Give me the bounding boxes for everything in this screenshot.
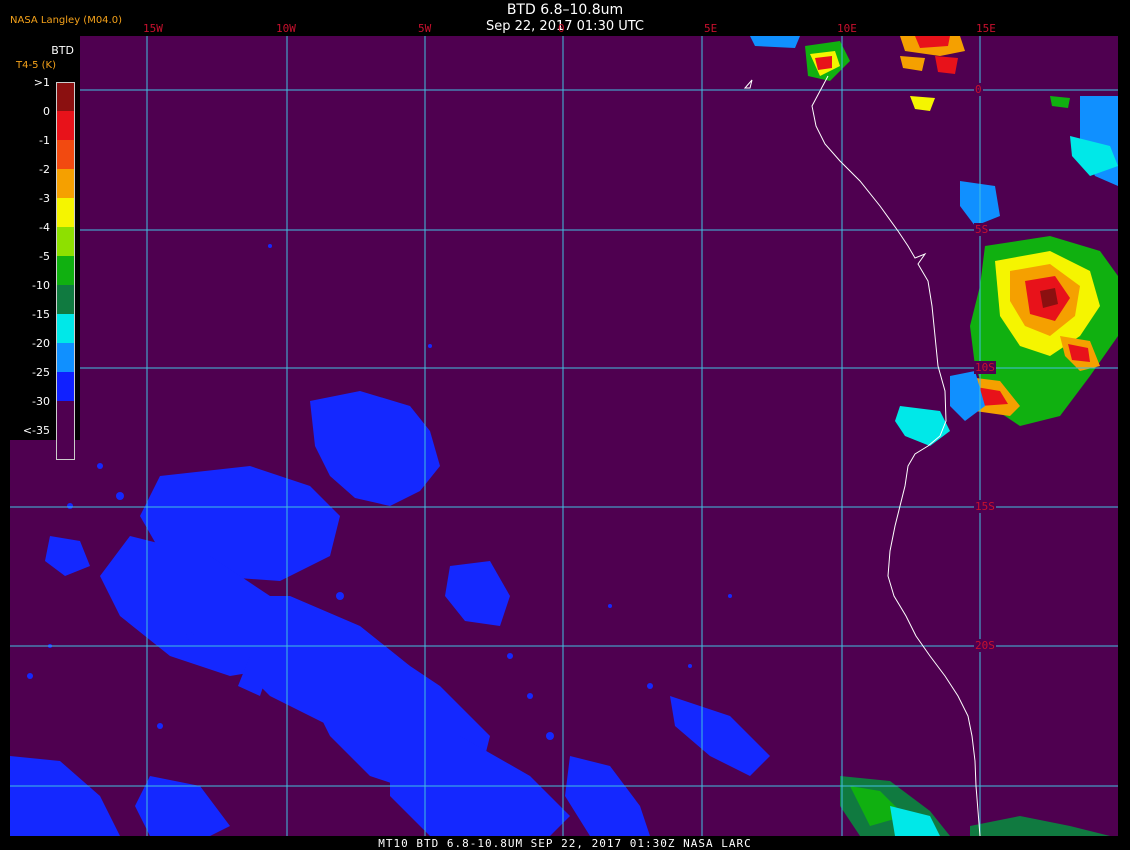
legend-label: -1: [39, 134, 50, 147]
latitude-label-15s: 15S: [974, 500, 996, 513]
longitude-label-0: 0: [558, 22, 565, 35]
legend-label: -20: [32, 337, 50, 350]
legend-title: BTD: [51, 44, 74, 57]
product-title: BTD 6.8–10.8um: [506, 2, 624, 18]
legend-border: [56, 82, 75, 460]
legend-label: -10: [32, 279, 50, 292]
latitude-label-0: 0: [974, 83, 983, 96]
legend-label: -30: [32, 395, 50, 408]
legend-label: >1: [33, 76, 50, 89]
longitude-label-5w: 5W: [418, 22, 432, 35]
latitude-label-5s: 5S: [974, 223, 990, 236]
african-coastline: [811, 75, 981, 836]
convective-storms: [750, 36, 1118, 836]
longitude-label-10w: 10W: [276, 22, 296, 35]
satellite-map[interactable]: [10, 36, 1118, 836]
latitude-label-10s: 10S: [974, 361, 996, 374]
legend-label: -25: [32, 366, 50, 379]
longitude-label-15e: 15E: [976, 22, 996, 35]
timestamp-label: Sep 22, 2017 01:30 UTC: [485, 19, 645, 34]
legend-label: -4: [39, 221, 50, 234]
island-outline: [743, 79, 753, 89]
legend-label: -3: [39, 192, 50, 205]
legend-label: -15: [32, 308, 50, 321]
blue-cloud-field: [10, 391, 770, 836]
legend-label: 0: [43, 105, 50, 118]
longitude-label-10e: 10E: [837, 22, 857, 35]
legend-label: -2: [39, 163, 50, 176]
color-legend: BTD T4-5 (K) >1 0 -1 -2 -3 -4 -5 -10 -15 -20 -25 -3…: [10, 36, 80, 460]
footer-caption: MT10 BTD 6.8-10.8UM SEP 22, 2017 01:30Z …: [378, 837, 752, 850]
longitude-label-5e: 5E: [704, 22, 718, 35]
map-canvas: [10, 36, 1118, 836]
latitude-label-20s: 20S: [974, 639, 996, 652]
legend-label: <-35: [22, 424, 50, 437]
legend-label: -5: [39, 250, 50, 263]
longitude-label-15w: 15W: [143, 22, 163, 35]
latitude-longitude-grid: [10, 36, 1118, 836]
legend-subtitle: T4-5 (K): [16, 60, 56, 71]
